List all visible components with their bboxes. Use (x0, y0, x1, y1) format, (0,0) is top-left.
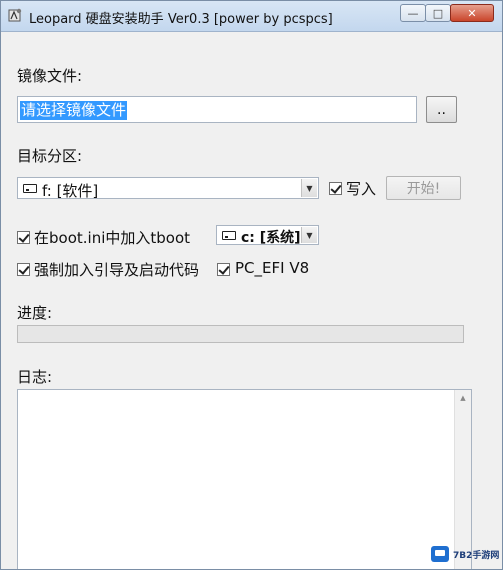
pc-efi-checkbox-label[interactable]: PC_EFI V8 (235, 259, 309, 277)
boot-drive-select[interactable]: c: [系统] ▼ (216, 225, 319, 246)
watermark: 7B2手游网 (431, 541, 501, 567)
close-button[interactable]: ✕ (450, 4, 494, 22)
log-textarea[interactable]: ▲ (17, 389, 472, 569)
image-file-value: 请选择镜像文件 (20, 101, 128, 120)
maximize-button[interactable]: □ (425, 4, 451, 22)
log-label: 日志: (17, 368, 53, 386)
force-boot-checkbox[interactable] (17, 263, 30, 276)
window-title: Leopard 硬盘安装助手 Ver0.3 [power by pcspcs] (29, 12, 333, 27)
chevron-down-icon[interactable]: ▼ (301, 227, 317, 243)
maximize-icon: □ (432, 6, 444, 20)
close-icon: ✕ (467, 6, 477, 20)
write-checkbox-label[interactable]: 写入 (346, 178, 376, 199)
pc-efi-checkbox[interactable] (217, 263, 230, 276)
bootini-checkbox-label[interactable]: 在boot.ini中加入tboot (34, 227, 190, 248)
scroll-up-icon[interactable]: ▲ (455, 390, 471, 406)
progress-label: 进度: (17, 304, 53, 322)
boot-drive-value: c: [系统] (241, 230, 301, 246)
progress-bar (17, 325, 464, 343)
chevron-down-icon[interactable]: ▼ (301, 179, 317, 197)
app-icon (8, 8, 22, 22)
force-boot-checkbox-label[interactable]: 强制加入引导及启动代码 (34, 259, 199, 280)
minimize-button[interactable]: — (400, 4, 426, 22)
browse-button[interactable]: .. (426, 96, 457, 123)
bootini-checkbox[interactable] (17, 231, 30, 244)
watermark-logo-icon (431, 546, 449, 562)
target-partition-value: f: [软件] (42, 182, 99, 200)
drive-icon (23, 184, 37, 193)
start-button[interactable]: 开始! (386, 176, 461, 200)
write-checkbox[interactable] (329, 182, 342, 195)
target-partition-select[interactable]: f: [软件] ▼ (17, 177, 319, 200)
app-window: Leopard 硬盘安装助手 Ver0.3 [power by pcspcs] … (0, 0, 503, 570)
image-file-label: 镜像文件: (17, 67, 83, 85)
watermark-text: 7B2手游网 (453, 550, 500, 561)
title-bar[interactable]: Leopard 硬盘安装助手 Ver0.3 [power by pcspcs] … (1, 1, 502, 32)
minimize-icon: — (407, 6, 419, 20)
drive-icon (222, 231, 236, 240)
browse-button-label: .. (437, 101, 446, 118)
start-button-label: 开始! (406, 181, 441, 197)
target-partition-label: 目标分区: (17, 147, 83, 165)
image-file-input[interactable]: 请选择镜像文件 (17, 96, 417, 123)
